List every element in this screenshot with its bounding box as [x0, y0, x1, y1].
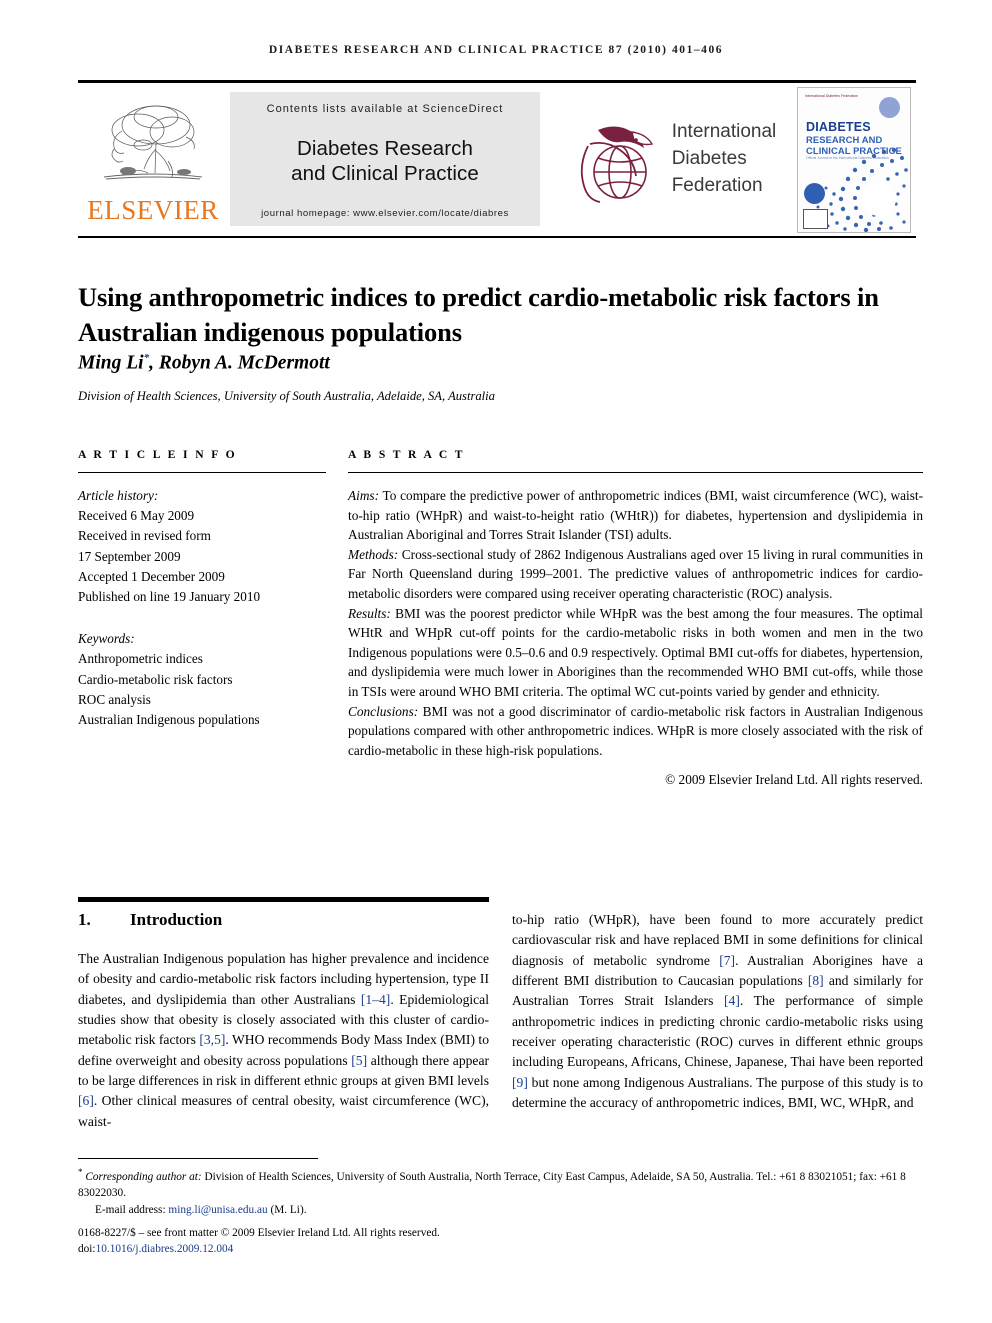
article-info-heading: A R T I C L E I N F O: [78, 448, 238, 461]
elsevier-wordmark: ELSEVIER: [87, 195, 219, 225]
society-logo: International Diabetes Federation: [540, 83, 792, 236]
section-number: 1.: [78, 910, 91, 929]
affiliation: Division of Health Sciences, University …: [78, 389, 495, 403]
society-line2: Diabetes: [671, 148, 747, 170]
abstract-results: Results: BMI was the poorest predictor w…: [348, 604, 923, 702]
body-left-column: 1. Introduction The Australian Indigenous…: [78, 910, 489, 1132]
abstract-aims-text: To compare the predictive power of anthr…: [348, 488, 923, 543]
abstract-methods: Methods: Cross-sectional study of 2862 I…: [348, 545, 923, 604]
citation-link[interactable]: [9]: [512, 1075, 528, 1090]
journal-title-line2: and Clinical Practice: [291, 161, 479, 185]
citation-link[interactable]: [8]: [808, 973, 824, 988]
corr-text: Division of Health Sciences, University …: [78, 1170, 906, 1200]
abstract-copyright: © 2009 Elsevier Ireland Ltd. All rights …: [665, 771, 923, 787]
keyword-item: Australian Indigenous populations: [78, 711, 260, 727]
history-label: Article history:: [78, 488, 159, 503]
abstract-methods-label: Methods:: [348, 546, 399, 562]
running-head: DIABETES RESEARCH AND CLINICAL PRACTICE …: [268, 44, 724, 56]
history-item: Received in revised form: [78, 528, 211, 544]
cover-badge: [804, 182, 825, 204]
abstract-aims-label: Aims:: [348, 488, 380, 503]
journal-cover-thumbnail: International Diabetes Federation DIABET…: [792, 83, 916, 236]
contents-line: Contents lists available at ScienceDirec…: [266, 103, 504, 115]
text-run: . Other clinical measures of central obe…: [78, 1093, 489, 1129]
society-line3: Federation: [671, 174, 763, 196]
keywords-label: Keywords:: [78, 631, 135, 647]
email-link[interactable]: ming.li@unisa.edu.au: [168, 1204, 267, 1216]
society-name: International Diabetes Federation: [672, 119, 777, 200]
corr-label: Corresponding author at:: [85, 1170, 202, 1183]
elsevier-tree-icon: [103, 105, 203, 180]
citation-link[interactable]: [3,5]: [199, 1032, 225, 1047]
abstract-aims: Aims: To compare the predictive power of…: [348, 486, 923, 545]
divider: [348, 472, 923, 473]
keyword-item: ROC analysis: [78, 691, 151, 707]
cover-image: International Diabetes Federation DIABET…: [797, 86, 911, 233]
citation-link[interactable]: [5]: [351, 1053, 367, 1068]
doi-label: doi:: [78, 1243, 96, 1256]
abstract-conclusions-label: Conclusions:: [348, 703, 419, 719]
email-suffix: (M. Li).: [267, 1203, 307, 1216]
cover-elsevier-mark: [803, 208, 828, 229]
section-title: Introduction: [130, 910, 223, 929]
abstract-conclusions: Conclusions: BMI was not a good discrimi…: [348, 702, 923, 761]
keyword-item: Cardio-metabolic risk factors: [78, 671, 233, 687]
history-item: Published on line 19 January 2010: [78, 588, 261, 604]
abstract-conclusions-text: BMI was not a good discriminator of card…: [348, 703, 923, 758]
intro-paragraph-right: to-hip ratio (WHpR), have been found to …: [512, 910, 923, 1113]
cover-society-mark: International Diabetes Federation: [805, 93, 859, 98]
doi-line: doi:10.1016/j.diabres.2009.12.004: [78, 1241, 923, 1258]
abstract-methods-text: Cross-sectional study of 2862 Indigenous…: [348, 546, 923, 602]
article-info-column: A R T I C L E I N F O Article history: R…: [78, 448, 326, 730]
journal-title-line1: Diabetes Research: [296, 137, 474, 161]
footnote-divider: [78, 1158, 318, 1159]
author-list: Ming Li*, Robyn A. McDermott: [78, 352, 923, 375]
publisher-logo: ELSEVIER: [78, 83, 228, 236]
front-matter-line: 0168-8227/$ – see front matter © 2009 El…: [78, 1226, 440, 1239]
journal-masthead: ELSEVIER Contents lists available at Sci…: [78, 80, 916, 238]
cover-title-line1: DIABETES: [806, 119, 871, 134]
intro-paragraph-left: The Australian Indigenous population has…: [78, 949, 489, 1132]
abstract-heading: A B S T R A C T: [348, 448, 465, 461]
section-heading-introduction: 1. Introduction: [78, 910, 489, 930]
article-page: DIABETES RESEARCH AND CLINICAL PRACTICE …: [0, 0, 992, 1323]
history-item: Received 6 May 2009: [78, 508, 195, 524]
journal-homepage-link[interactable]: journal homepage: www.elsevier.com/locat…: [261, 208, 509, 219]
body-right-column: to-hip ratio (WHpR), have been found to …: [512, 910, 923, 1113]
citation-link[interactable]: [6]: [78, 1093, 94, 1108]
cover-center-circle: [862, 181, 896, 216]
idf-bird-globe-icon: [580, 125, 653, 203]
author-first: Ming Li: [78, 352, 144, 374]
doi-link[interactable]: 10.1016/j.diabres.2009.12.004: [96, 1243, 234, 1255]
citation-link[interactable]: [1–4]: [361, 992, 390, 1007]
abstract-column: A B S T R A C T Aims: To compare the pre…: [348, 448, 923, 788]
keyword-item: Anthropometric indices: [78, 651, 203, 667]
asterisk-icon: *: [78, 1167, 83, 1177]
citation-link[interactable]: [4]: [724, 993, 740, 1008]
corresponding-author-note: * Corresponding author at: Division of H…: [78, 1166, 923, 1202]
page-title: Using anthropometric indices to predict …: [78, 281, 879, 347]
citation-link[interactable]: [7]: [719, 953, 735, 968]
society-line1: International: [671, 121, 777, 143]
history-item: 17 September 2009: [78, 548, 181, 564]
email-label: E-mail address:: [95, 1203, 166, 1216]
footnote-block: * Corresponding author at: Division of H…: [78, 1166, 923, 1258]
text-run: but none among Indigenous Australians. T…: [512, 1074, 923, 1110]
author-rest: , Robyn A. McDermott: [149, 352, 330, 374]
email-note: E-mail address: ming.li@unisa.edu.au (M.…: [78, 1202, 923, 1219]
abstract-results-text: BMI was the poorest predictor while WHpR…: [348, 605, 923, 700]
history-item: Accepted 1 December 2009: [78, 568, 225, 584]
journal-title: Diabetes Research and Clinical Practice: [291, 137, 479, 185]
section-divider: [78, 897, 489, 902]
divider: [78, 472, 326, 473]
abstract-results-label: Results:: [348, 605, 391, 621]
sciencedirect-banner: Contents lists available at ScienceDirec…: [230, 92, 540, 226]
cover-dot: [879, 96, 900, 118]
